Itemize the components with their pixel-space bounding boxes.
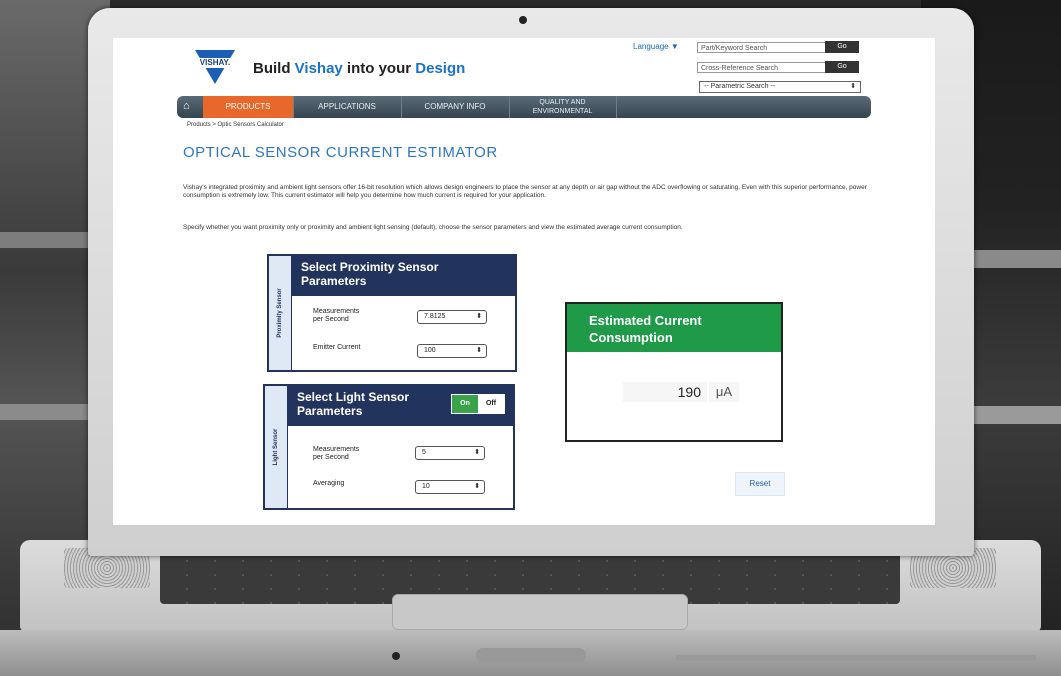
select-value: 10 — [422, 483, 430, 490]
light-measurements-select[interactable]: 5 ⬍ — [415, 446, 485, 460]
current-unit: μA — [709, 382, 739, 402]
nav-item-quality-environmental[interactable]: QUALITY AND ENVIRONMENTAL — [509, 96, 617, 118]
emitter-current-label: Emitter Current — [313, 344, 361, 351]
averaging-select[interactable]: 10 ⬍ — [415, 480, 485, 494]
select-value: 7.8125 — [424, 313, 446, 320]
power-led — [392, 652, 400, 660]
webcam-icon — [519, 16, 527, 24]
chevron-down-icon: ⬍ — [476, 347, 482, 354]
language-menu[interactable]: Language ▼ — [633, 42, 679, 51]
part-search-go-button[interactable]: Go — [825, 41, 859, 53]
select-value: 5 — [422, 449, 426, 456]
label-line: per Second — [313, 316, 349, 323]
estimated-current-panel: Estimated Current Consumption 190 μA — [565, 302, 783, 442]
result-title-line2: Consumption — [589, 330, 673, 345]
chevron-down-icon: ⬍ — [476, 313, 482, 320]
tagline-prefix: Build — [253, 60, 295, 77]
site-header: VISHAY. Build Vishay into your Design La… — [113, 38, 935, 98]
measurements-label: Measurements per Second — [313, 446, 359, 462]
page-title: OPTICAL SENSOR CURRENT ESTIMATOR — [183, 144, 498, 161]
label-line: per Second — [313, 454, 349, 461]
chevron-down-icon: ⬍ — [850, 83, 856, 90]
tagline-end: Design — [415, 60, 466, 77]
vishay-logo[interactable] — [191, 50, 239, 84]
chevron-down-icon: ⬍ — [474, 449, 480, 456]
panel-side-tab: Proximity Sensor — [269, 256, 292, 370]
averaging-label: Averaging — [313, 480, 345, 487]
current-value: 190 — [623, 382, 707, 402]
light-panel-title: Select Light Sensor Parameters On Off — [287, 386, 513, 426]
label-line: Measurements — [313, 308, 360, 315]
light-side-label: Light Sensor — [273, 428, 279, 466]
background-shelf — [0, 404, 100, 420]
proximity-title-line2: Parameters — [301, 274, 367, 288]
tagline-middle: into your — [342, 60, 416, 77]
nav-item-products[interactable]: PRODUCTS — [203, 96, 294, 118]
result-title: Estimated Current Consumption — [567, 304, 781, 352]
light-sensor-panel: Light Sensor Select Light Sensor Paramet… — [263, 384, 515, 510]
lid-latch — [476, 648, 586, 662]
panel-side-tab: Light Sensor — [265, 386, 288, 508]
proximity-sensor-panel: Proximity Sensor Select Proximity Sensor… — [267, 254, 517, 372]
site-tagline: Build Vishay into your Design — [253, 60, 465, 77]
toggle-off[interactable]: Off — [478, 395, 504, 413]
nav-item-company-info[interactable]: COMPANY INFO — [401, 96, 510, 118]
breadcrumb[interactable]: Products > Optic Sensors Calculator — [187, 122, 284, 128]
logo-text: VISHAY. — [199, 58, 231, 67]
proximity-measurements-select[interactable]: 7.8125 ⬍ — [417, 310, 487, 324]
instructions-text: Specify whether you want proximity only … — [183, 224, 683, 231]
select-value: 100 — [424, 347, 436, 354]
proximity-title-line1: Select Proximity Sensor — [301, 260, 439, 274]
reset-button[interactable]: Reset — [735, 472, 785, 496]
emitter-current-select[interactable]: 100 ⬍ — [417, 344, 487, 358]
label-line: Measurements — [313, 446, 360, 453]
nav-item-applications[interactable]: APPLICATIONS — [293, 96, 402, 118]
optical-drive-slot — [676, 655, 1036, 661]
laptop-trackpad — [392, 594, 688, 630]
proximity-side-label: Proximity Sensor — [277, 288, 283, 338]
tagline-brand: Vishay — [294, 60, 343, 77]
chevron-down-icon: ⬍ — [474, 483, 480, 490]
proximity-panel-title: Select Proximity Sensor Parameters — [291, 256, 515, 296]
light-sensor-toggle[interactable]: On Off — [451, 394, 505, 414]
parametric-search-select[interactable]: -- Parametric Search -- ⬍ — [699, 81, 861, 93]
parametric-search-value: -- Parametric Search -- — [704, 83, 776, 90]
measurements-label: Measurements per Second — [313, 308, 359, 324]
cross-reference-go-button[interactable]: Go — [825, 61, 859, 73]
intro-text: Vishay's integrated proximity and ambien… — [183, 184, 867, 199]
toggle-on[interactable]: On — [452, 395, 478, 413]
laptop-screen: VISHAY. Build Vishay into your Design La… — [113, 38, 935, 525]
background-shelf — [0, 232, 100, 248]
home-icon[interactable]: ⌂ — [183, 100, 190, 112]
result-title-line1: Estimated Current — [589, 313, 702, 328]
main-nav: ⌂ PRODUCTS APPLICATIONS COMPANY INFO QUA… — [177, 96, 871, 118]
